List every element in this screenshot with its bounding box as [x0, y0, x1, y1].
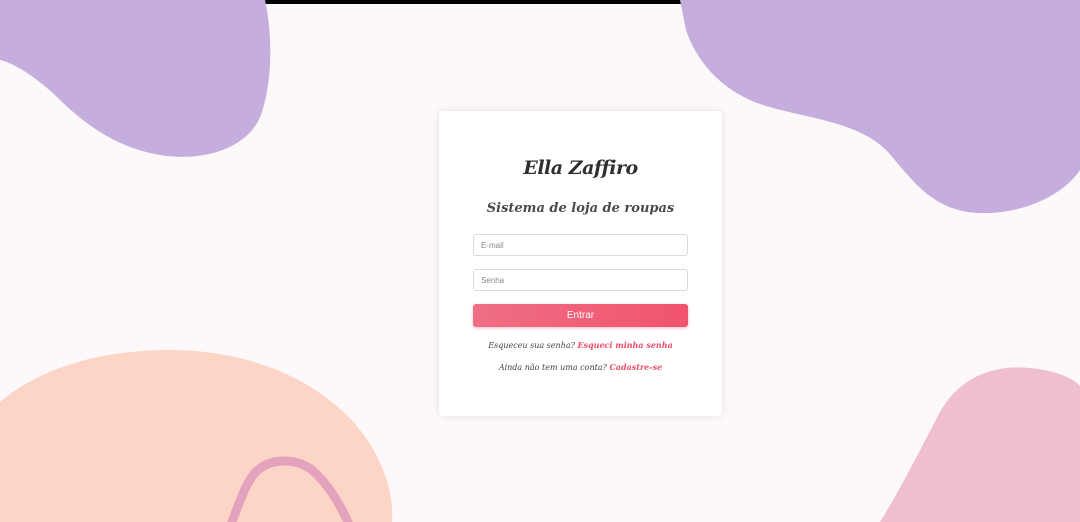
brand-logo-text: Ella Zaffiro — [523, 157, 638, 179]
signup-prompt: Ainda não tem uma conta? — [498, 363, 607, 372]
login-button[interactable]: Entrar — [473, 304, 688, 327]
blob-purple-top-left — [0, 0, 271, 157]
forgot-password-prompt: Esqueceu sua senha? — [488, 341, 575, 350]
brand-tagline: Sistema de loja de roupas — [486, 201, 675, 216]
blob-purple-top-right — [680, 0, 1080, 214]
forgot-password-row: Esqueceu sua senha? Esqueci minha senha — [439, 340, 722, 350]
login-card: Ella Zaffiro Sistema de loja de roupas E… — [439, 111, 722, 416]
blob-pink-bottom-right — [880, 367, 1080, 522]
signup-link[interactable]: Cadastre-se — [609, 362, 662, 372]
email-field[interactable] — [473, 234, 688, 256]
forgot-password-link[interactable]: Esqueci minha senha — [577, 340, 672, 350]
password-field[interactable] — [473, 269, 688, 291]
signup-row: Ainda não tem uma conta? Cadastre-se — [439, 362, 722, 372]
